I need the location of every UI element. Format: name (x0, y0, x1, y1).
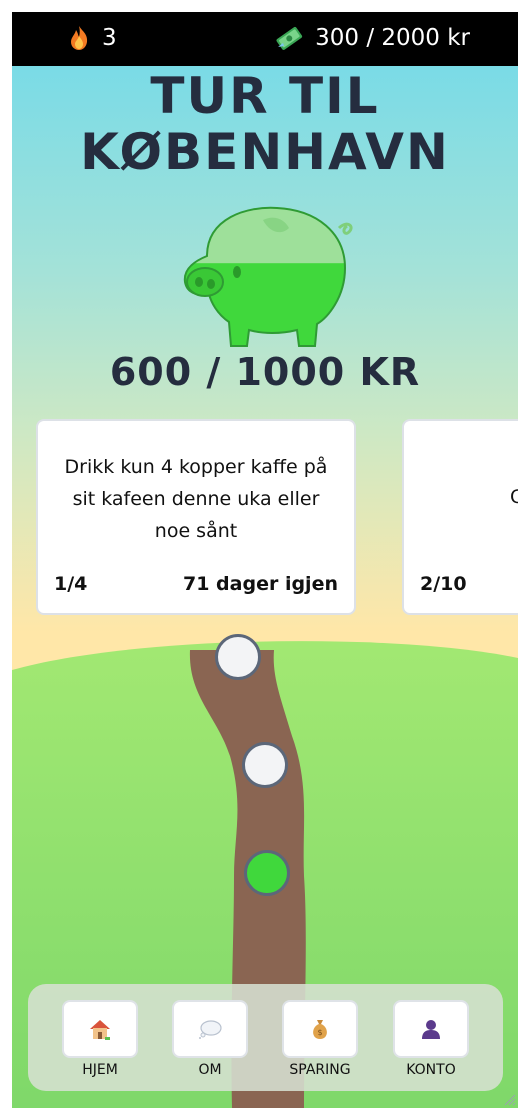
nav-label-sparing: SPARING (289, 1062, 351, 1078)
challenge-progress: 2/10 (420, 573, 467, 595)
user-icon (422, 1020, 440, 1039)
piggy-bank-icon (183, 206, 353, 347)
resize-grip-icon[interactable] (502, 1092, 516, 1106)
goal-amount: 600 / 1000 KR (109, 350, 421, 394)
goal-title: TUR TIL KØBENHAVN (12, 68, 518, 180)
nav-item-konto[interactable]: KONTO (391, 1000, 471, 1078)
path-node-open[interactable] (242, 742, 288, 788)
nav-item-hjem[interactable]: HJEM (60, 1000, 140, 1078)
nav-button-konto[interactable] (393, 1000, 469, 1058)
path-node-completed[interactable] (244, 850, 290, 896)
svg-text:$: $ (317, 1028, 322, 1037)
challenge-progress: 1/4 (54, 573, 88, 595)
nav-item-om[interactable]: OM (170, 1000, 250, 1078)
bottom-navigation: HJEM OM $ SPARING KONTO (28, 984, 503, 1091)
app-frame: 3 300 / 2000 kr TUR TIL KØBENHAVN 600 / … (12, 12, 518, 1108)
nav-button-sparing[interactable]: $ (282, 1000, 358, 1058)
streak-counter: 3 (68, 25, 117, 51)
challenge-card[interactable]: Drikk kun 4 kopper kaffe på sit kafeen d… (36, 419, 356, 615)
house-icon (90, 1020, 110, 1040)
total-savings: 300 / 2000 kr (275, 25, 470, 51)
nav-label-konto: KONTO (406, 1062, 456, 1078)
speech-bubble-icon (199, 1020, 222, 1039)
total-savings-text: 300 / 2000 kr (315, 25, 470, 51)
top-bar: 3 300 / 2000 kr (12, 12, 518, 66)
path-node-open[interactable] (215, 634, 261, 680)
nav-label-hjem: HJEM (82, 1062, 118, 1078)
nav-item-sparing[interactable]: $ SPARING (280, 1000, 360, 1078)
challenge-days-left: 71 dager igjen (183, 573, 338, 595)
goal-title-line-2: KØBENHAVN (80, 123, 450, 181)
flame-icon (71, 26, 88, 50)
nav-label-om: OM (198, 1062, 222, 1078)
nav-button-hjem[interactable] (62, 1000, 138, 1058)
money-icon (276, 26, 303, 50)
nav-button-om[interactable] (172, 1000, 248, 1058)
streak-count: 3 (102, 25, 117, 51)
challenge-description: C (510, 486, 518, 508)
money-bag-icon: $ (313, 1020, 327, 1039)
challenge-card[interactable]: C 2/10 (402, 419, 518, 615)
challenge-description: Drikk kun 4 kopper kaffe på sit kafeen d… (64, 456, 328, 542)
goal-title-line-1: TUR TIL (150, 67, 380, 125)
